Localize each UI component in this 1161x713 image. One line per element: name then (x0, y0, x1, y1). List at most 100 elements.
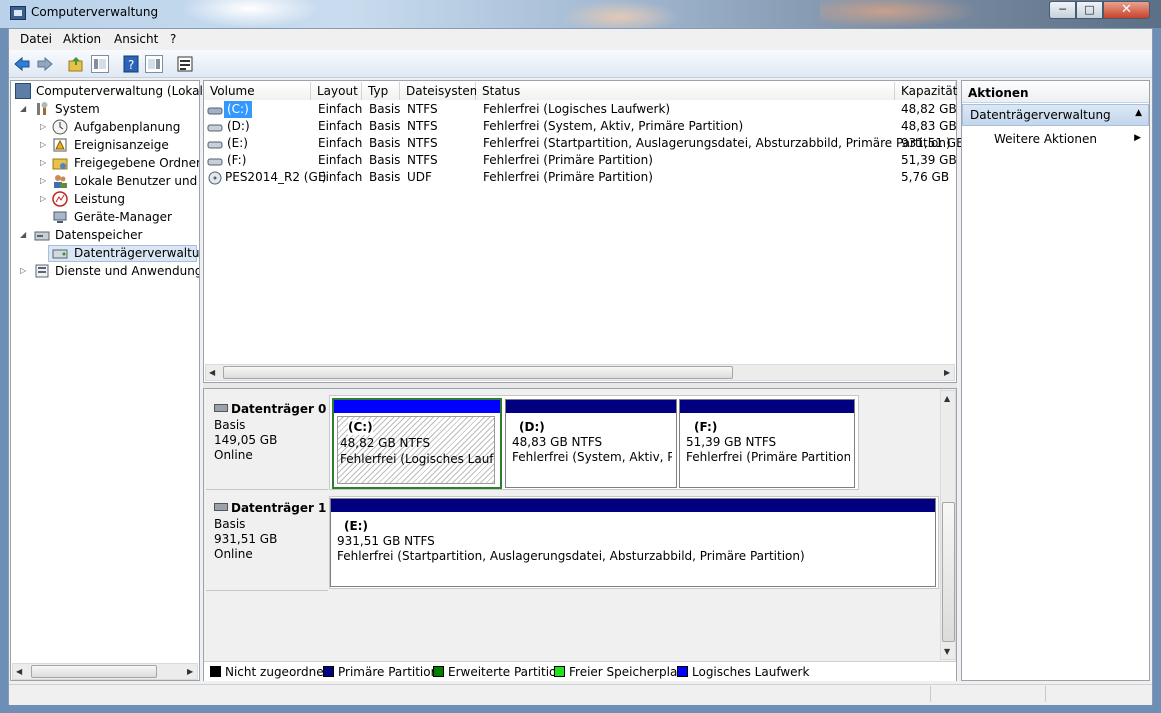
close-button[interactable]: ✕ (1103, 1, 1150, 19)
volume-type: Basis (369, 102, 401, 116)
drive-icon (207, 136, 223, 152)
forward-arrow-icon[interactable] (36, 55, 54, 73)
computer-icon (15, 83, 31, 99)
disk-state: Online (214, 448, 253, 462)
expanded-arrow-icon[interactable]: ◢ (20, 100, 26, 118)
tree-scroll-thumb[interactable] (31, 665, 157, 678)
disk-size: 149,05 GB (214, 433, 278, 447)
properties-icon[interactable] (176, 55, 194, 73)
volume-capacity: 48,83 GB (901, 119, 957, 133)
disk-view-scroll-thumb[interactable] (942, 502, 955, 642)
partition-status: Fehlerfrei (System, Aktiv, Primäre Parti… (512, 450, 672, 464)
table-row[interactable]: (C:) Einfach Basis NTFS Fehlerfrei (Logi… (204, 101, 957, 118)
tree-item-aufgabenplanung[interactable]: ▷ Aufgabenplanung (14, 118, 199, 136)
tree-item-datentraegerverwaltung[interactable]: Datenträgerverwaltung (14, 244, 199, 262)
legend-logical: Logisches Laufwerk (677, 665, 809, 679)
scroll-left-icon[interactable]: ◀ (16, 667, 22, 676)
col-header-kapazitaet[interactable]: Kapazität (895, 82, 957, 100)
tree-item-lokale-benutzer[interactable]: ▷ Lokale Benutzer und Gruppen (14, 172, 199, 190)
back-arrow-icon[interactable] (13, 55, 31, 73)
volume-fs: NTFS (407, 102, 438, 116)
event-viewer-icon (52, 137, 68, 153)
col-header-dateisystem[interactable]: Dateisystem (400, 82, 481, 100)
scroll-left-icon[interactable]: ◀ (209, 368, 215, 377)
tools-icon (34, 101, 50, 117)
collapse-arrow-icon[interactable]: ▲ (1135, 108, 1142, 118)
partition-size: 931,51 GB NTFS (337, 534, 435, 548)
logical-drive-bar (334, 400, 500, 413)
volume-name: PES2014_R2 (G:) (225, 170, 327, 184)
col-header-status[interactable]: Status (476, 82, 895, 100)
disk-icon (214, 404, 228, 412)
title-bar (0, 0, 1161, 28)
menu-aktion[interactable]: Aktion (63, 32, 101, 46)
partition-c[interactable]: (C:) 48,82 GB NTFS Fehlerfrei (Logisches… (332, 398, 502, 489)
collapsed-arrow-icon[interactable]: ▷ (40, 136, 46, 154)
expanded-arrow-icon[interactable]: ◢ (20, 226, 26, 244)
disk-0-info[interactable]: Datenträger 0 Basis 149,05 GB Online (206, 392, 328, 490)
volume-capacity: 51,39 GB (901, 153, 957, 167)
up-folder-icon[interactable] (67, 55, 85, 73)
actions-section-header[interactable]: Datenträgerverwaltung ▲ (962, 104, 1149, 126)
show-action-pane-icon[interactable] (145, 55, 163, 73)
volume-layout: Einfach (318, 170, 363, 184)
collapsed-arrow-icon[interactable]: ▷ (40, 154, 46, 172)
collapsed-arrow-icon[interactable]: ▷ (40, 118, 46, 136)
primary-partition-bar (506, 400, 676, 413)
volume-type: Basis (369, 170, 401, 184)
volume-name: (F:) (227, 153, 247, 167)
col-header-layout[interactable]: Layout (311, 82, 362, 100)
table-row[interactable]: (E:) Einfach Basis NTFS Fehlerfrei (Star… (204, 135, 964, 152)
tree-item-ereignisanzeige[interactable]: ▷ Ereignisanzeige (14, 136, 199, 154)
tree-item-dienste[interactable]: ▷ Dienste und Anwendungen (14, 262, 199, 280)
volume-status: Fehlerfrei (Primäre Partition) (483, 153, 653, 167)
maximize-button[interactable]: □ (1076, 1, 1103, 19)
scroll-right-icon[interactable]: ▶ (944, 368, 950, 377)
table-row[interactable]: (D:) Einfach Basis NTFS Fehlerfrei (Syst… (204, 118, 957, 135)
menu-datei[interactable]: Datei (20, 32, 52, 46)
tree-item-freigegebene-ordner[interactable]: ▷ Freigegebene Ordner (14, 154, 199, 172)
drive-icon (207, 153, 223, 169)
volume-type: Basis (369, 136, 401, 150)
help-icon[interactable]: ? (122, 55, 140, 73)
tree-item-leistung[interactable]: ▷ Leistung (14, 190, 199, 208)
collapsed-arrow-icon[interactable]: ▷ (20, 262, 26, 280)
action-weitere-aktionen[interactable]: Weitere Aktionen ▶ (962, 130, 1149, 150)
menu-help[interactable]: ? (170, 32, 176, 46)
partition-status: Fehlerfrei (Primäre Partition) (686, 450, 850, 464)
primary-partition-bar (331, 499, 935, 512)
swatch (323, 666, 334, 677)
partition-e[interactable]: (E:) 931,51 GB NTFS Fehlerfrei (Startpar… (330, 498, 936, 587)
minimize-button[interactable]: ─ (1049, 1, 1076, 19)
submenu-arrow-icon: ▶ (1134, 133, 1141, 143)
list-scroll-thumb[interactable] (223, 366, 733, 379)
menu-ansicht[interactable]: Ansicht (114, 32, 158, 46)
scroll-up-icon[interactable]: ▲ (944, 394, 950, 403)
col-header-typ[interactable]: Typ (362, 82, 400, 100)
collapsed-arrow-icon[interactable]: ▷ (40, 172, 46, 190)
scroll-down-icon[interactable]: ▼ (944, 647, 950, 656)
show-tree-icon[interactable] (91, 55, 109, 73)
primary-partition-bar (680, 400, 854, 413)
action-label: Weitere Aktionen (994, 132, 1097, 146)
partition-d[interactable]: (D:) 48,83 GB NTFS Fehlerfrei (System, A… (505, 399, 677, 488)
status-bar (9, 684, 1152, 705)
volume-status: Fehlerfrei (Startpartition, Auslagerungs… (483, 136, 951, 150)
partition-label: (F:) (694, 420, 718, 434)
collapsed-arrow-icon[interactable]: ▷ (40, 190, 46, 208)
partition-size: 51,39 GB NTFS (686, 435, 777, 449)
table-row[interactable]: (F:) Einfach Basis NTFS Fehlerfrei (Prim… (204, 152, 957, 169)
swatch (210, 666, 221, 677)
scroll-right-icon[interactable]: ▶ (187, 667, 193, 676)
actions-pane (961, 80, 1150, 681)
table-row[interactable]: PES2014_R2 (G:) Einfach Basis UDF Fehler… (204, 169, 956, 186)
tree-item-geraete-manager[interactable]: Geräte-Manager (14, 208, 199, 226)
volume-fs: NTFS (407, 153, 438, 167)
volume-layout: Einfach (318, 153, 363, 167)
volume-fs: NTFS (407, 136, 438, 150)
col-header-volume[interactable]: Volume (204, 82, 311, 100)
partition-f[interactable]: (F:) 51,39 GB NTFS Fehlerfrei (Primäre P… (679, 399, 855, 488)
disk-1-info[interactable]: Datenträger 1 Basis 931,51 GB Online (206, 493, 328, 591)
partition-status: Fehlerfrei (Startpartition, Auslagerungs… (337, 549, 805, 563)
status-separator (1045, 686, 1046, 702)
